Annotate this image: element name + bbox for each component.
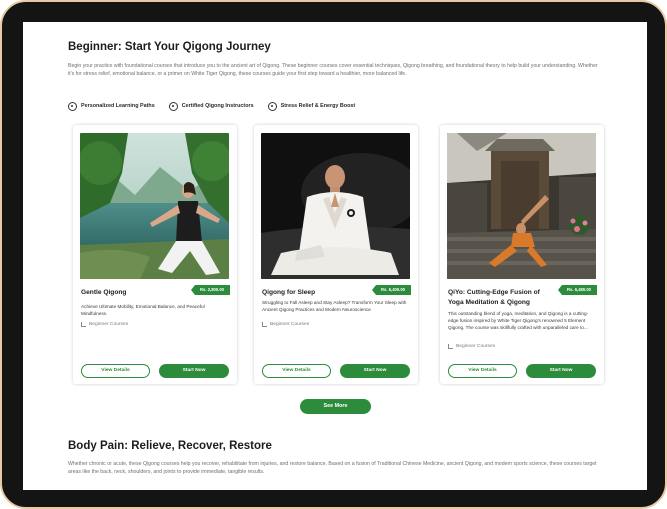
beginner-section-title: Beginner: Start Your Qigong Journey <box>68 41 271 53</box>
target-icon <box>68 101 77 111</box>
feature-label: Stress Relief & Energy Boost <box>280 103 356 109</box>
chart-icon <box>448 344 453 349</box>
course-category: Beginner Courses <box>81 322 128 327</box>
start-now-button[interactable]: Start Now <box>159 364 229 378</box>
beginner-section-description: Begin your practice with foundational co… <box>68 63 598 78</box>
start-now-button[interactable]: Start Now <box>340 364 410 378</box>
course-title[interactable]: Gentle Qigong <box>81 288 181 298</box>
body-pain-section-title: Body Pain: Relieve, Recover, Restore <box>68 440 272 452</box>
course-title[interactable]: QiYo: Cutting-Edge Fusion of Yoga Medita… <box>448 288 548 308</box>
see-more-button[interactable]: See More <box>300 399 371 414</box>
course-category: Beginner Courses <box>262 322 309 327</box>
course-card-qigong-for-sleep: Qigong for Sleep Rs. 5,400.00 Struggling… <box>254 125 418 384</box>
feature-list: Personalized Learning Paths Certified Qi… <box>68 100 355 112</box>
course-description: Struggling to Fall Asleep and Stay Aslee… <box>262 300 407 313</box>
course-title[interactable]: Qigong for Sleep <box>262 288 362 298</box>
feature-personalized-learning: Personalized Learning Paths <box>68 100 155 112</box>
price-badge: Rs. 5,400.00 <box>372 285 411 295</box>
course-description: This outstanding blend of yoga, meditati… <box>448 311 589 331</box>
start-now-button[interactable]: Start Now <box>526 364 596 378</box>
feature-certified-instructors: Certified Qigong Instructors <box>168 100 254 112</box>
chart-icon <box>262 322 267 327</box>
view-details-button[interactable]: View Details <box>262 364 331 378</box>
view-details-button[interactable]: View Details <box>81 364 150 378</box>
badge-icon <box>168 101 178 111</box>
course-image[interactable] <box>261 133 410 279</box>
category-label: Beginner Courses <box>270 322 310 327</box>
course-image[interactable] <box>447 133 596 279</box>
body-pain-section-description: Whether chronic or acute, these Qigong c… <box>68 461 597 476</box>
feature-stress-relief: Stress Relief & Energy Boost <box>267 100 356 112</box>
energy-icon <box>267 101 277 111</box>
feature-label: Certified Qigong Instructors <box>181 103 254 109</box>
course-card-gentle-qigong: Gentle Qigong Rs. 2,800.00 Achieve Ultim… <box>73 125 237 384</box>
tablet-frame: Beginner: Start Your Qigong Journey Begi… <box>0 0 667 509</box>
price-badge: Rs. 2,800.00 <box>191 285 230 295</box>
course-category: Beginner Courses <box>448 344 495 349</box>
screen: Beginner: Start Your Qigong Journey Begi… <box>23 22 647 490</box>
price-badge: Rs. 6,480.00 <box>558 285 597 295</box>
category-label: Beginner Courses <box>89 322 129 327</box>
view-details-button[interactable]: View Details <box>448 364 517 378</box>
chart-icon <box>81 322 86 327</box>
category-label: Beginner Courses <box>456 344 496 349</box>
course-image[interactable] <box>80 133 229 279</box>
course-card-qiyo: QiYo: Cutting-Edge Fusion of Yoga Medita… <box>440 125 604 384</box>
feature-label: Personalized Learning Paths <box>81 103 155 109</box>
course-description: Achieve Ultimate Mobility, Emotional Bal… <box>81 304 205 317</box>
